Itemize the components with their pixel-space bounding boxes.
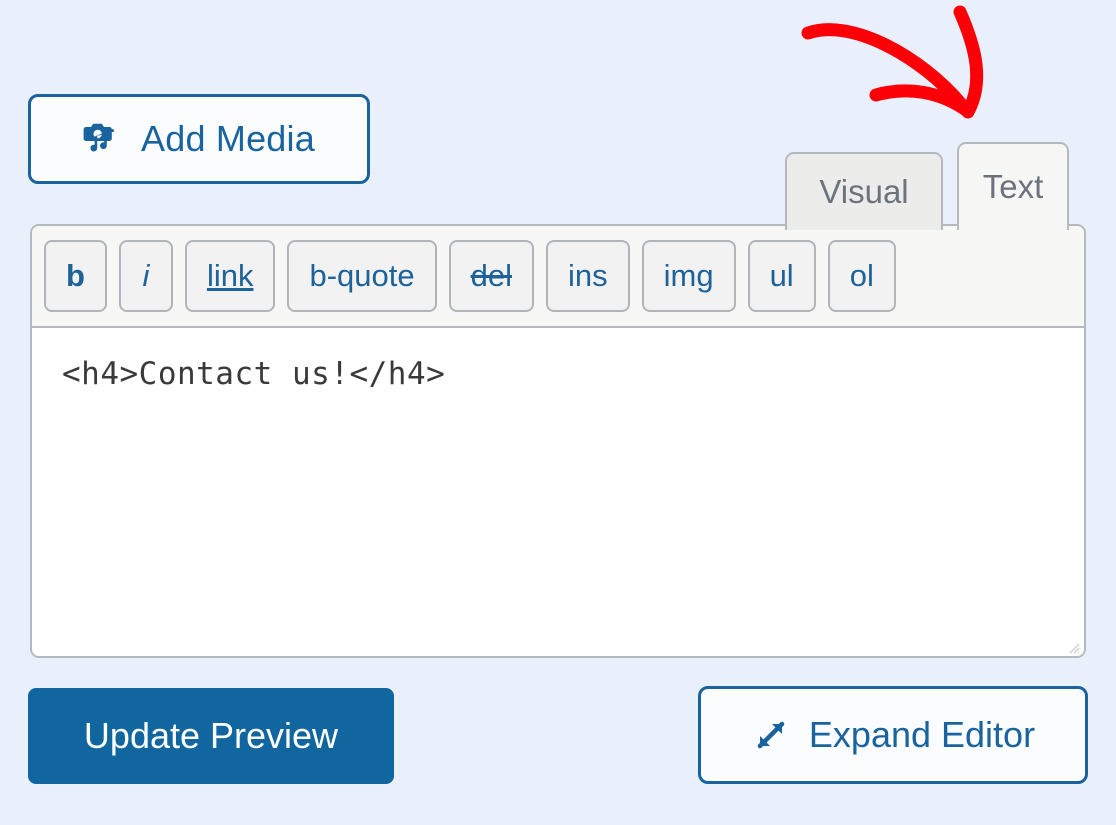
quicktag-ul[interactable]: ul <box>747 240 816 312</box>
quicktag-i[interactable]: i <box>118 240 173 312</box>
quicktag-link-label: link <box>206 258 254 293</box>
quicktag-del[interactable]: del <box>448 240 534 312</box>
quicktag-ins-label: ins <box>567 258 608 293</box>
quicktag-ul-label: ul <box>769 258 794 293</box>
quicktag-b-label: b <box>66 258 85 293</box>
tab-text-label: Text <box>982 168 1044 205</box>
quicktag-i-label: i <box>142 258 150 293</box>
quicktag-b-quote-label: b-quote <box>309 258 415 293</box>
resize-grip-icon[interactable] <box>1066 640 1080 654</box>
quicktag-ol-label: ol <box>849 258 874 293</box>
quicktag-del-label: del <box>470 258 512 293</box>
add-media-label: Add Media <box>141 118 315 159</box>
quicktag-ins[interactable]: ins <box>545 240 630 312</box>
camera-music-icon <box>83 118 125 160</box>
quicktag-ol[interactable]: ol <box>827 240 896 312</box>
expand-editor-button[interactable]: Expand Editor <box>698 686 1088 784</box>
editor-content: <h4>Contact us!</h4> <box>62 356 446 392</box>
annotation-arrow-icon <box>780 0 1030 145</box>
quicktag-b-quote[interactable]: b-quote <box>287 240 437 312</box>
quicktag-link[interactable]: link <box>184 240 276 312</box>
expand-editor-label: Expand Editor <box>808 714 1036 755</box>
tab-visual-label: Visual <box>819 173 909 210</box>
quicktag-img[interactable]: img <box>641 240 736 312</box>
editor-mode-tabs: Visual Text <box>785 142 1069 230</box>
expand-arrows-icon <box>751 715 791 755</box>
text-editor-container: b i link b-quote del ins img ul ol <h4>C… <box>30 224 1086 658</box>
quicktag-b[interactable]: b <box>44 240 107 312</box>
quicktag-img-label: img <box>663 258 714 293</box>
editor-screen: Add Media Visual Text b i link b-quote d… <box>0 0 1116 825</box>
content-textarea[interactable]: <h4>Contact us!</h4> <box>32 328 1084 656</box>
quicktags-toolbar: b i link b-quote del ins img ul ol <box>32 226 1084 328</box>
tab-text[interactable]: Text <box>957 142 1069 230</box>
update-preview-label: Update Preview <box>83 715 339 756</box>
tab-visual[interactable]: Visual <box>785 152 943 230</box>
update-preview-button[interactable]: Update Preview <box>28 688 394 784</box>
add-media-button[interactable]: Add Media <box>28 94 370 184</box>
